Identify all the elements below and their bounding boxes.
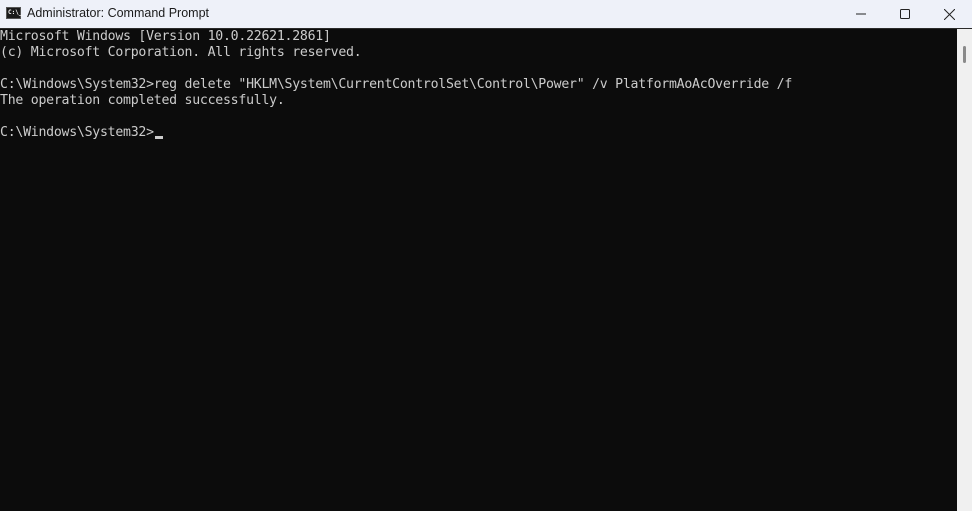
vertical-scrollbar[interactable] <box>957 29 972 511</box>
console-line: Microsoft Windows [Version 10.0.22621.28… <box>0 29 331 44</box>
console-line: (c) Microsoft Corporation. All rights re… <box>0 45 362 60</box>
console-line: C:\Windows\System32>reg delete "HKLM\Sys… <box>0 77 793 92</box>
maximize-icon <box>900 9 910 19</box>
cmd-icon: C:\_ <box>6 7 22 19</box>
console-output[interactable]: Microsoft Windows [Version 10.0.22621.28… <box>0 29 957 511</box>
minimize-button[interactable] <box>838 0 884 28</box>
minimize-icon <box>856 13 866 15</box>
text-cursor <box>154 136 163 139</box>
close-icon <box>943 8 955 20</box>
console-line: The operation completed successfully. <box>0 93 285 108</box>
title-bar: C:\_ Administrator: Command Prompt <box>0 0 972 29</box>
window-title: Administrator: Command Prompt <box>27 6 210 20</box>
prompt-line[interactable]: C:\Windows\System32> <box>0 125 163 141</box>
maximize-button[interactable] <box>882 0 928 28</box>
close-button[interactable] <box>926 0 972 28</box>
scrollbar-thumb[interactable] <box>963 46 966 63</box>
prompt-text: C:\Windows\System32> <box>0 125 154 140</box>
